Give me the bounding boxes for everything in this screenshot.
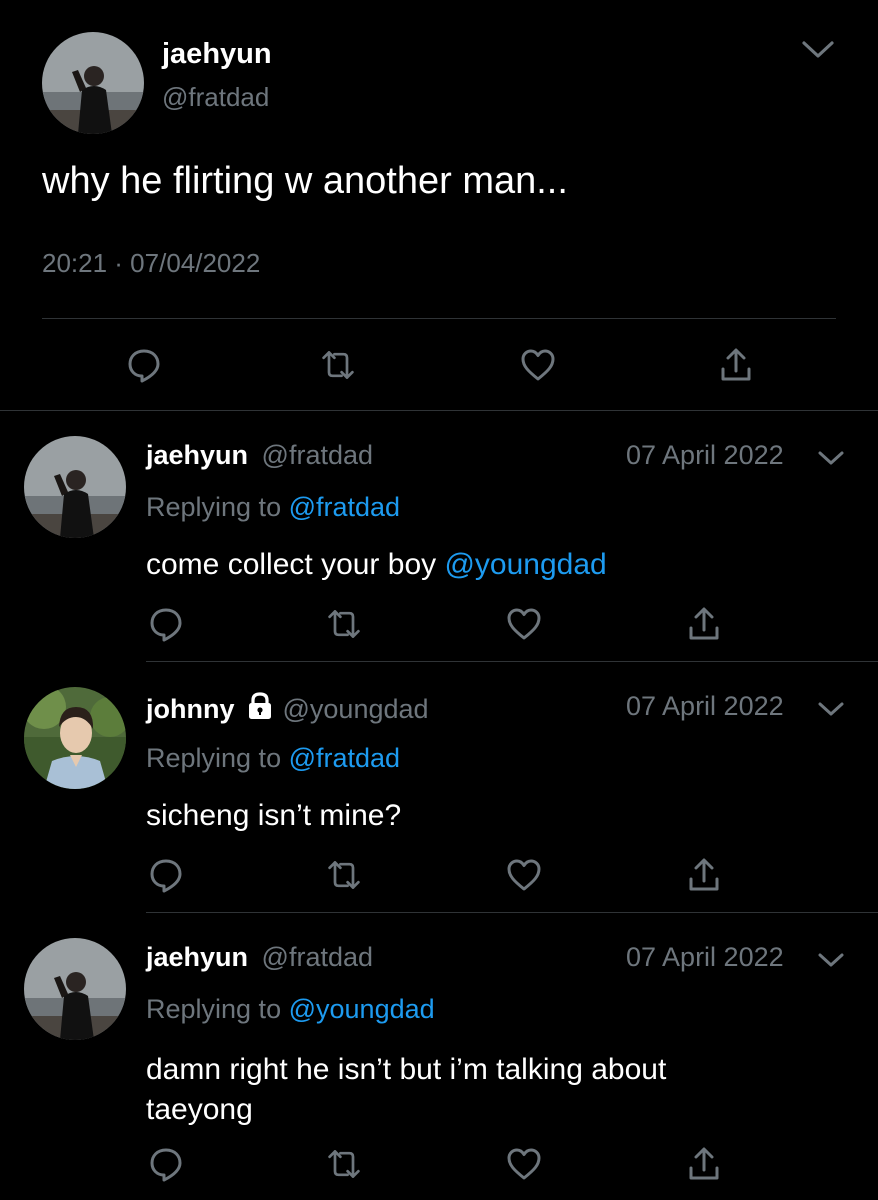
chevron-down-icon[interactable] bbox=[814, 691, 848, 727]
tweet-text: why he flirting w another man... bbox=[42, 160, 568, 202]
share-icon[interactable] bbox=[686, 606, 722, 642]
tweet-date[interactable]: 07 April 2022 bbox=[626, 691, 784, 722]
author-name[interactable]: jaehyun bbox=[146, 440, 248, 470]
author-name[interactable]: johnny bbox=[146, 694, 235, 725]
chevron-down-icon[interactable] bbox=[814, 440, 848, 476]
reply-tweet[interactable]: jaehyun @fratdad 07 April 2022 Replying … bbox=[0, 912, 878, 1200]
reply-tweet[interactable]: johnny @youngdad 07 April 2022 Replying … bbox=[0, 661, 878, 913]
reply-icon[interactable] bbox=[126, 347, 162, 383]
replying-to-mention[interactable]: @fratdad bbox=[289, 743, 400, 773]
tweet-date[interactable]: 07 April 2022 bbox=[626, 942, 784, 973]
replying-to-mention[interactable]: @fratdad bbox=[289, 492, 400, 522]
reply-icon[interactable] bbox=[148, 1146, 184, 1182]
retweet-icon[interactable] bbox=[326, 606, 362, 642]
divider bbox=[42, 318, 836, 319]
tweet-timestamp[interactable]: 20:21 · 07/04/2022 bbox=[42, 248, 260, 279]
retweet-icon[interactable] bbox=[320, 347, 356, 383]
reply-icon[interactable] bbox=[148, 857, 184, 893]
reply-header: jaehyun @fratdad bbox=[146, 440, 373, 471]
share-icon[interactable] bbox=[686, 1146, 722, 1182]
avatar[interactable] bbox=[24, 687, 126, 789]
replying-to: Replying to @fratdad bbox=[146, 743, 400, 774]
tweet-text: sicheng isn’t mine? bbox=[146, 799, 402, 832]
avatar[interactable] bbox=[24, 436, 126, 538]
tweet-text-line: damn right he isn’t but i’m talking abou… bbox=[146, 1053, 667, 1086]
replying-to: Replying to @fratdad bbox=[146, 492, 400, 523]
tweet-text-body: come collect your boy bbox=[146, 548, 445, 581]
replying-to: Replying to @youngdad bbox=[146, 994, 435, 1025]
tweet-text-line: taeyong bbox=[146, 1093, 253, 1126]
replying-to-mention[interactable]: @youngdad bbox=[289, 994, 435, 1024]
share-icon[interactable] bbox=[686, 857, 722, 893]
retweet-icon[interactable] bbox=[326, 857, 362, 893]
tweet-date[interactable]: 07 April 2022 bbox=[626, 440, 784, 471]
author-handle[interactable]: @fratdad bbox=[262, 942, 373, 972]
replying-to-label: Replying to bbox=[146, 994, 282, 1024]
chevron-down-icon[interactable] bbox=[800, 32, 836, 68]
replying-to-label: Replying to bbox=[146, 492, 282, 522]
like-icon[interactable] bbox=[506, 606, 542, 642]
replying-to-label: Replying to bbox=[146, 743, 282, 773]
share-icon[interactable] bbox=[718, 347, 754, 383]
reply-tweet[interactable]: jaehyun @fratdad 07 April 2022 Replying … bbox=[0, 410, 878, 662]
reply-header: jaehyun @fratdad bbox=[146, 942, 373, 973]
chevron-down-icon[interactable] bbox=[814, 942, 848, 978]
tweet-text: come collect your boy @youngdad bbox=[146, 548, 607, 582]
like-icon[interactable] bbox=[506, 1146, 542, 1182]
author-handle[interactable]: @fratdad bbox=[162, 82, 269, 113]
author-name[interactable]: jaehyun bbox=[162, 38, 272, 71]
author-handle[interactable]: @youngdad bbox=[283, 694, 429, 725]
reply-icon[interactable] bbox=[148, 606, 184, 642]
like-icon[interactable] bbox=[506, 857, 542, 893]
author-name[interactable]: jaehyun bbox=[146, 942, 248, 972]
like-icon[interactable] bbox=[520, 347, 556, 383]
retweet-icon[interactable] bbox=[326, 1146, 362, 1182]
avatar[interactable] bbox=[24, 938, 126, 1040]
lock-icon bbox=[245, 691, 275, 728]
mention-link[interactable]: @youngdad bbox=[444, 548, 606, 581]
reply-header: johnny @youngdad bbox=[146, 691, 429, 728]
avatar[interactable] bbox=[42, 32, 144, 134]
tweet-text: damn right he isn’t but i’m talking abou… bbox=[146, 1050, 666, 1130]
author-handle[interactable]: @fratdad bbox=[262, 440, 373, 470]
